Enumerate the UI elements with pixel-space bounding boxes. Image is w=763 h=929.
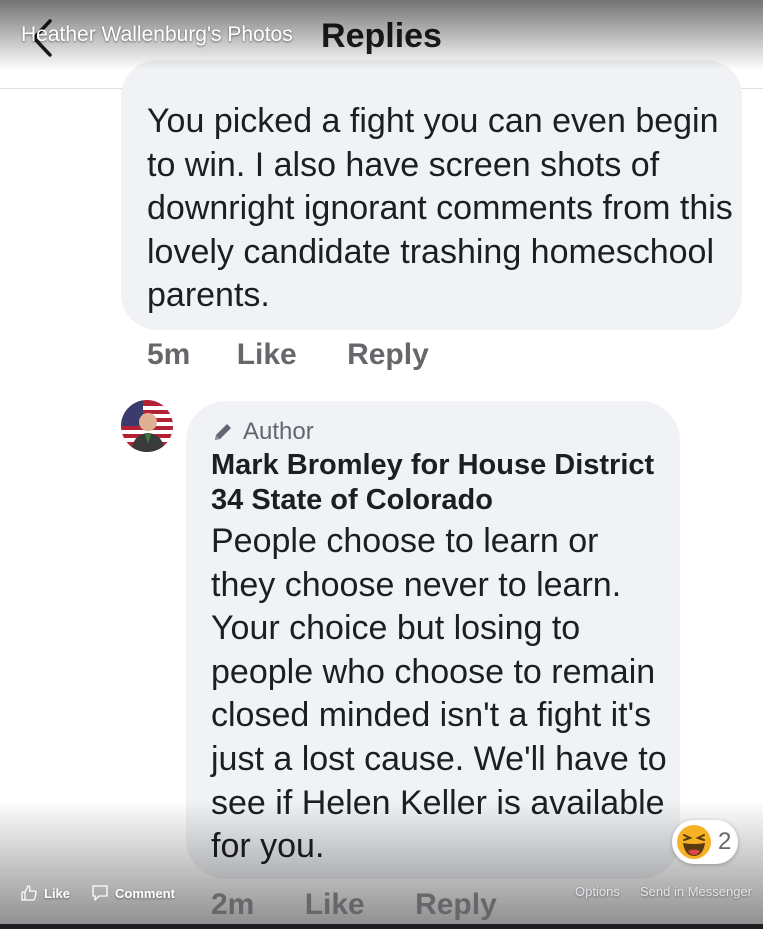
viewer-action-bar: Like Comment Options Send in Messenger <box>0 878 763 910</box>
send-in-messenger-link[interactable]: Send in Messenger <box>640 884 752 899</box>
reaction-summary[interactable]: 2 <box>672 820 738 864</box>
bottom-strip <box>0 924 763 929</box>
comment-time: 5m <box>147 338 191 371</box>
comment-text: People choose to learn or they choose ne… <box>211 522 667 866</box>
comment-button-label: Comment <box>115 885 175 901</box>
options-link[interactable]: Options <box>575 884 620 899</box>
pencil-icon <box>215 424 231 440</box>
comment-icon <box>92 885 108 901</box>
reaction-count: 2 <box>718 828 732 855</box>
haha-emoji-icon <box>677 825 711 859</box>
album-title[interactable]: Heather Wallenburg's Photos <box>21 23 293 47</box>
comment-author[interactable]: Mark Bromley for House District 34 State… <box>211 448 666 518</box>
avatar[interactable] <box>121 400 173 452</box>
like-button-label: Like <box>44 885 71 901</box>
avatar-image <box>121 400 173 452</box>
photo-viewer: Replies You picked a fight you can even … <box>0 0 763 929</box>
like-button[interactable]: Like <box>20 884 70 902</box>
comment-button[interactable]: Comment <box>91 884 175 902</box>
expand-icon[interactable] <box>713 28 737 52</box>
comment-text: You picked a fight you can even begin to… <box>147 102 733 314</box>
like-link[interactable]: Like <box>237 338 297 372</box>
author-badge-label: Author <box>243 418 314 445</box>
comment-actions: 5m Like Reply <box>147 338 429 372</box>
thumbs-up-icon <box>21 885 37 901</box>
author-badge: Author <box>211 418 314 446</box>
reply-link[interactable]: Reply <box>347 338 429 372</box>
